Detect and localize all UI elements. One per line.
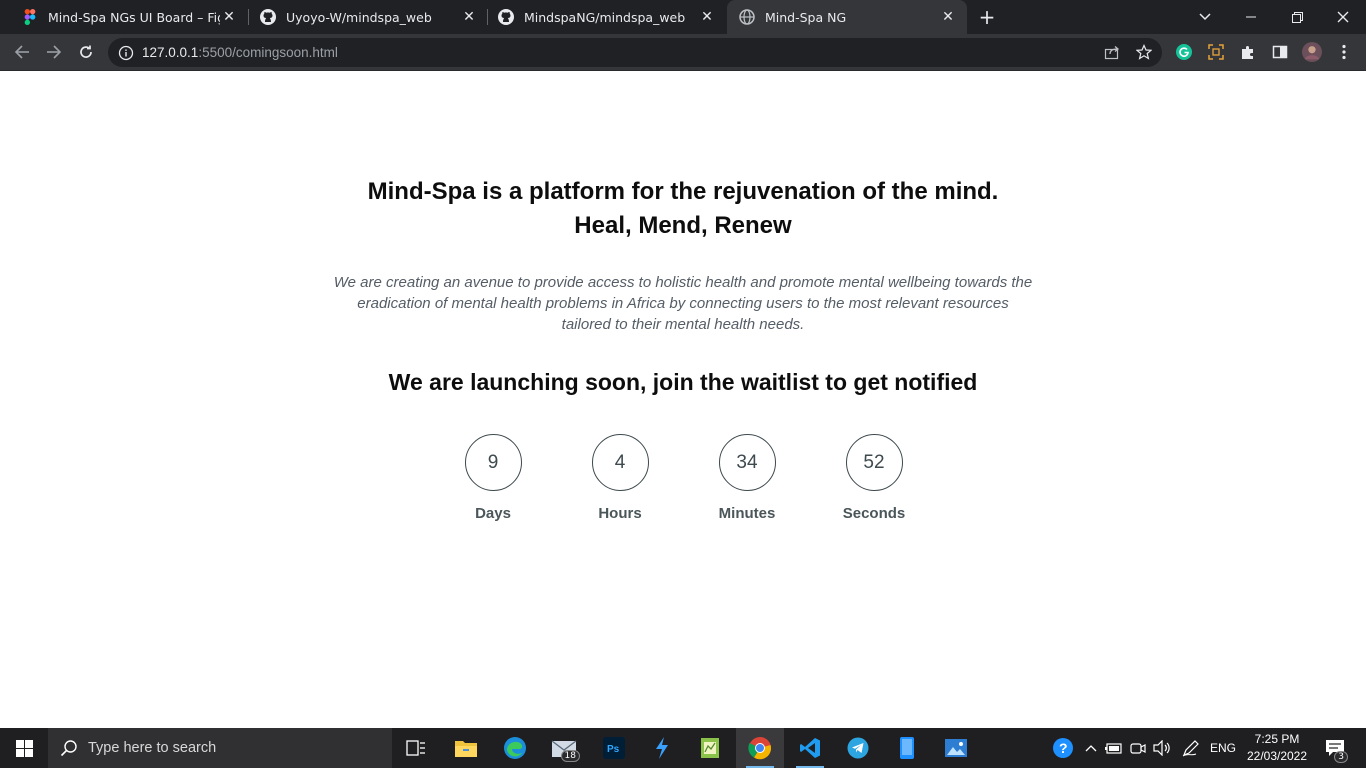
- forward-icon[interactable]: [42, 40, 66, 64]
- notification-count-badge: 3: [1334, 751, 1348, 763]
- search-icon: [60, 739, 78, 757]
- launch-heading: We are launching soon, join the waitlist…: [388, 369, 978, 395]
- info-icon[interactable]: [118, 45, 134, 61]
- pen-workspace-icon[interactable]: [1180, 728, 1202, 768]
- dev-tool-icon[interactable]: [638, 728, 686, 768]
- intro-paragraph: We are creating an avenue to provide acc…: [333, 274, 1033, 333]
- photoshop-icon[interactable]: Ps: [590, 728, 638, 768]
- countdown-days: 9 Days: [443, 434, 543, 522]
- search-placeholder: Type here to search: [88, 740, 217, 756]
- windows-taskbar: Type here to search 18 Ps ? ENG 7:25 PM …: [0, 728, 1366, 768]
- tab-figma[interactable]: Mind-Spa NGs UI Board – Figma ✕: [0, 0, 248, 34]
- mail-icon[interactable]: 18: [540, 728, 588, 768]
- reload-icon[interactable]: [74, 40, 98, 64]
- url-path: :5500/comingsoon.html: [198, 45, 338, 60]
- restore-icon[interactable]: [1274, 0, 1320, 34]
- volume-icon[interactable]: [1152, 728, 1172, 768]
- github-icon: [260, 9, 276, 25]
- vscode-icon[interactable]: [786, 728, 834, 768]
- globe-icon: [739, 9, 755, 25]
- tab-mindspa-ng[interactable]: Mind-Spa NG ✕: [727, 0, 967, 34]
- tab-title: MindspaNG/mindspa_web: [524, 9, 686, 25]
- screenshot-extension-icon[interactable]: [1206, 42, 1226, 62]
- system-clock[interactable]: 7:25 PM 22/03/2022: [1240, 731, 1314, 765]
- task-view-icon[interactable]: [392, 728, 440, 768]
- countdown-minutes: 34 Minutes: [697, 434, 797, 522]
- edge-browser-icon[interactable]: [491, 728, 539, 768]
- countdown-label: Minutes: [718, 505, 776, 522]
- windows-start-icon[interactable]: [0, 728, 48, 768]
- tab-title: Uyoyo-W/mindspa_web: [286, 9, 432, 25]
- battery-icon[interactable]: [1104, 728, 1124, 768]
- browser-toolbar: 127.0.0.1:5500/comingsoon.html: [0, 34, 1366, 71]
- photos-icon[interactable]: [932, 728, 980, 768]
- more-menu-icon[interactable]: [1334, 42, 1354, 62]
- svg-text:?: ?: [1059, 740, 1068, 756]
- tab-title: Mind-Spa NGs UI Board – Figma: [48, 9, 220, 25]
- notes-app-icon[interactable]: [686, 728, 734, 768]
- close-icon[interactable]: ✕: [939, 8, 957, 26]
- countdown-hours: 4 Hours: [570, 434, 670, 522]
- extensions-puzzle-icon[interactable]: [1238, 42, 1258, 62]
- taskbar-search-box[interactable]: Type here to search: [48, 728, 392, 768]
- tab-title: Mind-Spa NG: [765, 9, 847, 25]
- address-bar[interactable]: 127.0.0.1:5500/comingsoon.html: [108, 38, 1162, 67]
- countdown-value: 4: [591, 434, 649, 491]
- headline-line-1: Mind-Spa is a platform for the rejuvenat…: [367, 178, 999, 205]
- close-window-icon[interactable]: [1320, 0, 1366, 34]
- countdown-value: 34: [718, 434, 776, 491]
- phone-link-icon[interactable]: [883, 728, 931, 768]
- back-icon[interactable]: [10, 40, 34, 64]
- url-host: 127.0.0.1: [142, 45, 199, 60]
- clock-date: 22/03/2022: [1246, 749, 1308, 763]
- telegram-icon[interactable]: [834, 728, 882, 768]
- close-icon[interactable]: ✕: [220, 8, 238, 26]
- minimize-icon[interactable]: [1228, 0, 1274, 34]
- notification-center-icon[interactable]: 3: [1320, 728, 1350, 768]
- file-explorer-icon[interactable]: [442, 728, 490, 768]
- grammarly-icon[interactable]: [1174, 42, 1194, 62]
- browser-tab-strip: Mind-Spa NGs UI Board – Figma ✕ Uyoyo-W/…: [0, 0, 1366, 34]
- new-tab-button[interactable]: +: [976, 7, 998, 27]
- tab-search-icon[interactable]: [1182, 0, 1228, 34]
- figma-icon: [22, 9, 38, 25]
- countdown-label: Hours: [598, 505, 642, 522]
- tab-github-uyoyo[interactable]: Uyoyo-W/mindspa_web ✕: [238, 0, 488, 34]
- countdown-label: Days: [475, 505, 511, 522]
- countdown-value: 9: [464, 434, 522, 491]
- url-text: 127.0.0.1:5500/comingsoon.html: [142, 45, 338, 60]
- mail-unread-badge: 18: [560, 750, 580, 762]
- share-icon[interactable]: [1102, 42, 1122, 62]
- meet-now-icon[interactable]: [1128, 728, 1148, 768]
- countdown-label: Seconds: [842, 505, 906, 522]
- svg-text:Ps: Ps: [607, 744, 620, 755]
- page-content: Mind-Spa is a platform for the rejuvenat…: [0, 71, 1366, 728]
- chevron-up-icon[interactable]: [1082, 728, 1100, 768]
- tab-github-mindspang[interactable]: MindspaNG/mindspa_web ✕: [476, 0, 726, 34]
- headline-line-2: Heal, Mend, Renew: [574, 212, 792, 239]
- input-language[interactable]: ENG: [1206, 728, 1240, 768]
- close-icon[interactable]: ✕: [698, 8, 716, 26]
- clock-time: 7:25 PM: [1254, 732, 1300, 746]
- page-headline: Mind-Spa is a platform for the rejuvenat…: [0, 175, 1366, 243]
- bookmark-star-icon[interactable]: [1134, 42, 1154, 62]
- chrome-icon[interactable]: [736, 728, 784, 768]
- profile-avatar[interactable]: [1302, 42, 1322, 62]
- countdown-seconds: 52 Seconds: [824, 434, 924, 522]
- github-icon: [498, 9, 514, 25]
- countdown-value: 52: [845, 434, 903, 491]
- side-panel-icon[interactable]: [1270, 42, 1290, 62]
- help-icon[interactable]: ?: [1050, 728, 1076, 768]
